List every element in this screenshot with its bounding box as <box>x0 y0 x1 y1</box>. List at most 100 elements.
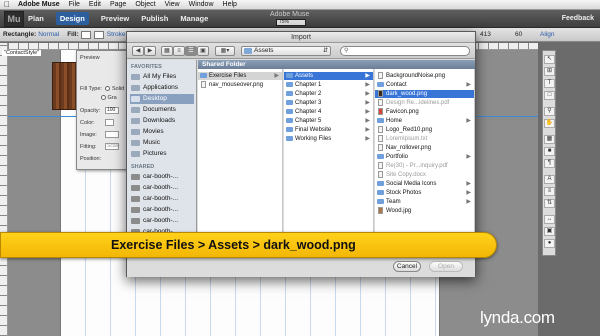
sidebar-item-downloads[interactable]: Downloads <box>130 116 194 126</box>
mode-design[interactable]: Design <box>55 12 89 25</box>
hand-tool-icon[interactable]: ✋ <box>544 119 555 128</box>
sidebar-item-music[interactable]: Music <box>130 138 194 148</box>
mode-preview[interactable]: Preview <box>101 14 129 23</box>
image-field[interactable] <box>105 131 119 138</box>
color-swatch[interactable] <box>105 119 114 126</box>
transform-icon[interactable]: ⇅ <box>544 199 555 208</box>
mac-menubar:  Adobe Muse File Edit Page Object View … <box>0 0 600 10</box>
swatches-icon[interactable]: ▦ <box>544 135 555 144</box>
list-item-folder[interactable]: Team ▶ <box>375 198 474 206</box>
sidebar-item-documents[interactable]: Documents <box>130 105 194 115</box>
fill-solid-label: Solid <box>111 86 125 92</box>
list-item-chapter-4[interactable]: Chapter 4 ▶ <box>284 108 373 116</box>
list-item-chapter-3[interactable]: Chapter 3 ▶ <box>284 99 373 107</box>
list-item-assets[interactable]: Assets ▶ <box>284 72 373 80</box>
menu-file[interactable]: File <box>69 1 80 8</box>
vertical-ruler[interactable] <box>0 43 8 336</box>
list-item-folder[interactable]: Contact ▶ <box>375 81 474 89</box>
menu-help[interactable]: Help <box>223 1 237 8</box>
search-field[interactable]: ⚲ <box>340 46 470 56</box>
menu-object[interactable]: Object <box>135 1 155 8</box>
icon-view-icon[interactable]: ▦ <box>161 46 173 56</box>
sidebar-item-all-my-files[interactable]: All My Files <box>130 72 194 82</box>
open-button[interactable]: Open <box>429 261 463 272</box>
list-item-exercise-files[interactable]: Exercise Files ▶ <box>198 72 282 80</box>
sidebar-item-applications[interactable]: Applications <box>130 83 194 93</box>
rectangle-style-select[interactable]: Normal <box>38 31 59 38</box>
height-field[interactable]: 60 <box>515 31 522 38</box>
width-field[interactable]: 413 <box>480 31 491 38</box>
menu-app[interactable]: Adobe Muse <box>18 1 60 8</box>
sidebar-item-movies[interactable]: Movies <box>130 127 194 137</box>
location-select[interactable]: Assets ⇵ <box>241 46 331 56</box>
list-item-final-website[interactable]: Final Website ▶ <box>284 126 373 134</box>
wood-image-thumbnail[interactable] <box>52 62 78 110</box>
wrap-icon[interactable]: ▣ <box>544 227 555 236</box>
list-item-nav-mouseover[interactable]: nav_mouseover.png <box>198 81 282 89</box>
mode-manage[interactable]: Manage <box>180 14 208 23</box>
sidebar-shared-item[interactable]: car-booth-... <box>130 183 194 193</box>
fill-options[interactable] <box>93 30 104 39</box>
feedback-link[interactable]: Feedback <box>562 15 594 22</box>
back-button-icon[interactable]: ◀ <box>132 46 144 56</box>
coverflow-view-icon[interactable]: ▣ <box>197 46 209 56</box>
menu-window[interactable]: Window <box>189 1 214 8</box>
sidebar-shared-item[interactable]: car-booth-... <box>130 172 194 182</box>
sidebar-shared-item[interactable]: car-booth-... <box>130 194 194 204</box>
paragraph-icon[interactable]: ¶ <box>544 159 555 168</box>
list-item-folder[interactable]: Portfolio ▶ <box>375 153 474 161</box>
opacity-field[interactable]: 100 <box>105 107 119 114</box>
apple-menu-icon[interactable]:  <box>4 0 10 9</box>
list-item-dark-wood[interactable]: dark_wood.png <box>375 90 474 98</box>
dialog-sidebar: FAVORITES All My Files Applications Desk… <box>127 60 197 250</box>
list-item-file[interactable]: BackgroundNoise.png <box>375 72 474 80</box>
list-item-chapter-2[interactable]: Chapter 2 ▶ <box>284 90 373 98</box>
align-button[interactable]: Align <box>540 31 554 38</box>
menu-page[interactable]: Page <box>110 1 126 8</box>
list-item-working-files[interactable]: Working Files ▶ <box>284 135 373 143</box>
file-icon <box>378 135 383 142</box>
list-item-chapter-1[interactable]: Chapter 1 ▶ <box>284 81 373 89</box>
fill-icon[interactable]: ■ <box>544 147 555 156</box>
list-item-folder[interactable]: Social Media Icons ▶ <box>375 180 474 188</box>
list-view-icon[interactable]: ≡ <box>173 46 185 56</box>
text-tool-icon[interactable]: T <box>544 79 555 88</box>
crop-tool-icon[interactable]: ⊞ <box>544 67 555 76</box>
sidebar-item-pictures[interactable]: Pictures <box>130 149 194 159</box>
align-icon[interactable]: ≡ <box>544 187 555 196</box>
opacity-label: Opacity: <box>80 108 101 114</box>
list-item-file[interactable]: Nav_rollover.png <box>375 144 474 152</box>
zoom-select[interactable]: 75% <box>276 19 306 26</box>
list-item-chapter-5[interactable]: Chapter 5 ▶ <box>284 117 373 125</box>
column-view-icon[interactable]: ☰ <box>185 46 197 56</box>
menu-edit[interactable]: Edit <box>89 1 101 8</box>
mode-publish[interactable]: Publish <box>141 14 168 23</box>
chevron-right-icon: ▶ <box>466 181 471 187</box>
sidebar-label: Downloads <box>143 117 176 124</box>
mode-plan[interactable]: Plan <box>28 14 44 23</box>
rectangle-tool-icon[interactable]: □ <box>544 91 555 100</box>
sidebar-item-desktop[interactable]: Desktop <box>130 94 194 104</box>
fill-gradient-radio[interactable] <box>101 95 106 101</box>
cancel-button[interactable]: Cancel <box>393 261 421 272</box>
list-item-file[interactable]: Logo_Red10.png <box>375 126 474 134</box>
states-icon[interactable]: ● <box>544 239 555 248</box>
menu-view[interactable]: View <box>165 1 180 8</box>
list-item-label: Chapter 4 <box>295 109 322 115</box>
spacing-icon[interactable]: ↔ <box>544 215 555 224</box>
forward-button-icon[interactable]: ▶ <box>144 46 156 56</box>
sidebar-shared-item[interactable]: car-booth-... <box>130 216 194 226</box>
list-item-folder[interactable]: Stock Photos ▶ <box>375 189 474 197</box>
sidebar-shared-item[interactable]: car-booth-... <box>130 205 194 215</box>
zoom-tool-icon[interactable]: ⚲ <box>544 107 555 116</box>
list-item-file[interactable]: Favicon.png <box>375 108 474 116</box>
stroke-label[interactable]: Stroke <box>107 31 126 38</box>
fitting-select[interactable]: Scale <box>105 143 120 150</box>
list-item-folder[interactable]: Home ▶ <box>375 117 474 125</box>
list-item-file[interactable]: Wood.jpg <box>375 207 474 215</box>
selection-tool-icon[interactable]: ↖ <box>544 55 555 64</box>
fill-solid-radio[interactable] <box>105 86 111 92</box>
arrange-button-icon[interactable]: ▦▾ <box>215 46 235 56</box>
fill-swatch[interactable] <box>80 30 91 39</box>
character-icon[interactable]: A <box>544 175 555 184</box>
